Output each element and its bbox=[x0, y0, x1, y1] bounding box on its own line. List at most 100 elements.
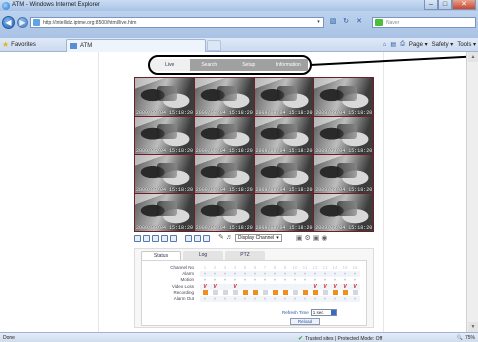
video-cell[interactable]: 2009/09/04 15:18:20 bbox=[314, 116, 373, 154]
display-channel-select[interactable]: Display Channel ▾ bbox=[234, 234, 282, 242]
video-cell[interactable]: 2009/09/04 15:18:20 bbox=[194, 78, 254, 116]
snapshot-icon[interactable] bbox=[185, 234, 192, 242]
settings-icon[interactable]: ⚙ bbox=[304, 234, 310, 242]
video-loss-icon: V bbox=[313, 283, 317, 290]
row-label: Alarm Out bbox=[173, 296, 194, 302]
recording-indicator-icon bbox=[322, 290, 328, 296]
video-cell[interactable]: 2009/09/04 15:18:20 bbox=[254, 155, 314, 193]
status-body: Channel No 1 2 3 4 5 6 7 8 9 10 11 12 13 14 15 16 Alarm ● ●… bbox=[141, 260, 367, 326]
fullscreen-icon[interactable] bbox=[203, 234, 210, 242]
new-tab-button[interactable] bbox=[207, 40, 221, 51]
layout-1-icon[interactable] bbox=[134, 234, 141, 242]
video-cell[interactable]: 2009/09/04 15:18:20 bbox=[314, 193, 373, 231]
refresh-icon[interactable]: ↻ bbox=[341, 17, 351, 27]
status-dot: ● bbox=[350, 295, 360, 303]
scroll-down-icon[interactable]: ▼ bbox=[468, 322, 478, 332]
safety-menu[interactable]: Safety ▾ bbox=[432, 41, 454, 48]
page-menu[interactable]: Page ▾ bbox=[409, 41, 428, 48]
info-icon[interactable]: ◉ bbox=[321, 234, 327, 242]
search-box[interactable]: Naver bbox=[372, 17, 476, 28]
forward-button[interactable]: ▶ bbox=[17, 17, 28, 28]
video-cell[interactable]: 2009/09/04 15:18:20 bbox=[254, 116, 314, 154]
recording-indicator-icon bbox=[212, 290, 218, 296]
checkmark-icon: ✔ bbox=[298, 336, 304, 342]
address-dropdown-icon[interactable]: ▾ bbox=[315, 19, 322, 26]
video-cell[interactable]: 2009/09/04 15:18:20 bbox=[314, 78, 373, 116]
audio-icon[interactable]: ♬ bbox=[226, 234, 233, 242]
record-icon[interactable]: ▣ bbox=[296, 234, 303, 242]
tab-title: ATM bbox=[80, 43, 93, 49]
page-icon bbox=[33, 19, 40, 26]
window-titlebar: ATM - Windows Internet Explorer – □ ✕ bbox=[0, 0, 478, 11]
page-scrollbar[interactable]: ▲ ▼ bbox=[466, 52, 478, 332]
video-cell[interactable]: 2009/09/04 15:18:20 bbox=[194, 116, 254, 154]
layout-9-icon[interactable] bbox=[152, 234, 159, 242]
close-button[interactable]: ✕ bbox=[452, 0, 476, 10]
status-dot: ● bbox=[320, 295, 330, 303]
address-toolbar: ◀ ▶ http://intellidz.iptme.org:8500/html… bbox=[0, 11, 478, 38]
zoom-level: 75% bbox=[464, 335, 475, 341]
video-cell[interactable]: 2009/09/04 15:18:20 bbox=[135, 155, 194, 193]
video-cell[interactable]: 2009/09/04 15:18:20 bbox=[194, 193, 254, 231]
refresh-time-select[interactable]: 1 sec bbox=[310, 309, 337, 316]
video-loss-icon: V bbox=[343, 283, 347, 290]
address-bar[interactable]: http://intellidz.iptme.org:8500/html/liv… bbox=[30, 17, 324, 28]
status-dot: ● bbox=[250, 295, 260, 303]
window-controls: – □ ✕ bbox=[424, 0, 476, 10]
refresh-time-value: 1 sec bbox=[312, 310, 324, 315]
video-timestamp: 2009/09/04 15:18:20 bbox=[255, 109, 313, 116]
video-cell[interactable]: 2009/09/04 15:18:20 bbox=[194, 155, 254, 193]
maximize-button[interactable]: □ bbox=[438, 0, 452, 10]
status-dot: ● bbox=[310, 295, 320, 303]
recording-indicator-icon bbox=[332, 290, 338, 296]
browser-tab[interactable]: ATM bbox=[66, 39, 206, 52]
video-cell[interactable]: 2009/09/04 15:18:20 bbox=[254, 78, 314, 116]
tools-menu[interactable]: Tools ▾ bbox=[457, 41, 476, 48]
layout-16-icon[interactable] bbox=[161, 234, 168, 242]
stop-icon[interactable]: ✕ bbox=[354, 17, 364, 27]
command-bar: ⌂ ▤ ⎙ Page ▾ Safety ▾ Tools ▾ bbox=[383, 41, 476, 48]
minimize-button[interactable]: – bbox=[424, 0, 438, 10]
video-loss-icon: V bbox=[213, 283, 217, 290]
address-url[interactable]: http://intellidz.iptme.org:8500/html/liv… bbox=[43, 20, 136, 26]
window-title: ATM - Windows Internet Explorer bbox=[12, 2, 100, 8]
back-button[interactable]: ◀ bbox=[2, 16, 15, 29]
search-placeholder[interactable]: Naver bbox=[386, 20, 399, 26]
scroll-up-icon[interactable]: ▲ bbox=[468, 52, 478, 62]
layout-sequence-icon[interactable] bbox=[170, 234, 177, 242]
recording-indicator-icon bbox=[282, 290, 288, 296]
pen-icon[interactable]: ✎ bbox=[218, 234, 224, 242]
favorites-button[interactable]: ★ Favorites bbox=[2, 41, 36, 49]
status-dot: ● bbox=[240, 295, 250, 303]
home-icon[interactable]: ⌂ bbox=[383, 42, 387, 48]
capture-icon[interactable]: ▣ bbox=[313, 234, 320, 242]
compat-view-icon[interactable]: ▧ bbox=[328, 17, 338, 27]
video-timestamp: 2009/09/04 15:18:20 bbox=[315, 148, 373, 154]
recording-indicator-icon bbox=[202, 290, 208, 296]
video-loss-icon: V bbox=[203, 283, 207, 290]
status-dot: ● bbox=[280, 295, 290, 303]
status-dot: ● bbox=[220, 295, 230, 303]
print-icon[interactable]: ⎙ bbox=[400, 41, 405, 48]
grid-toggle-icon[interactable] bbox=[194, 234, 201, 242]
layout-4-icon[interactable] bbox=[143, 234, 150, 242]
recording-indicator-icon bbox=[252, 290, 258, 296]
video-timestamp: 2009/09/04 15:18:20 bbox=[136, 225, 194, 231]
video-cell[interactable]: 2009/09/04 15:18:20 bbox=[135, 193, 194, 231]
video-cell[interactable]: 2009/09/04 15:18:20 bbox=[254, 193, 314, 231]
zoom-icon: 🔍 bbox=[456, 335, 463, 341]
feeds-icon[interactable]: ▤ bbox=[390, 41, 396, 48]
status-text: Done bbox=[3, 335, 15, 341]
video-cell[interactable]: 2009/09/04 15:18:20 bbox=[314, 155, 373, 193]
video-cell[interactable]: 2009/09/04 15:18:20 bbox=[135, 116, 194, 154]
tab-status[interactable]: Status bbox=[141, 251, 181, 260]
status-dot: ● bbox=[260, 295, 270, 303]
browser-statusbar: Done ✔ Trusted sites | Protected Mode: O… bbox=[0, 332, 478, 342]
zoom-control[interactable]: 🔍 75% bbox=[457, 335, 475, 341]
tab-ptz[interactable]: PTZ bbox=[225, 251, 265, 260]
recording-indicator-icon bbox=[312, 290, 318, 296]
reload-button[interactable]: Reload bbox=[290, 318, 320, 325]
status-table: Channel No 1 2 3 4 5 6 7 8 9 10 11 12 13 14 15 16 Alarm ● ●… bbox=[148, 265, 360, 303]
tab-log[interactable]: Log bbox=[183, 251, 223, 260]
video-cell[interactable]: 2009/09/04 15:18:20 bbox=[135, 78, 194, 116]
